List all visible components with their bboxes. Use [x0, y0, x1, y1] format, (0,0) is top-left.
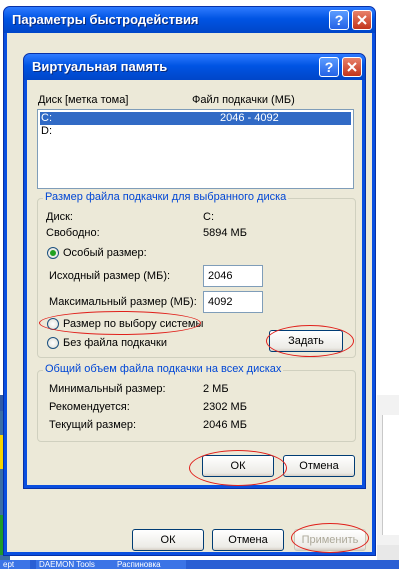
taskbar-item-0[interactable]: ept — [0, 560, 30, 569]
recommended-label: Рекомендуется: — [49, 401, 130, 413]
taskbar-item-pinout[interactable]: Распиновка — [114, 560, 186, 569]
no-paging-file-label[interactable]: Без файла подкачки — [63, 337, 167, 349]
free-value: 5894 МБ — [203, 227, 247, 239]
dialog-title: Виртуальная память — [32, 59, 168, 74]
outer-titlebar[interactable]: Параметры быстродействия ? — [4, 7, 375, 33]
min-size-value: 2 МБ — [203, 383, 229, 395]
background-window-fragment — [382, 415, 399, 535]
desktop-right-edge — [377, 395, 399, 569]
outer-help-button[interactable]: ? — [329, 10, 349, 30]
outer-apply-button[interactable]: Применить — [294, 529, 366, 551]
dialog-client-area: Диск [метка тома] Файл подкачки (МБ) C: … — [27, 80, 362, 485]
dialog-ok-button[interactable]: ОК — [202, 455, 274, 477]
custom-size-radio[interactable] — [47, 247, 59, 259]
system-managed-label[interactable]: Размер по выбору системы — [63, 318, 203, 330]
recommended-value: 2302 МБ — [203, 401, 247, 413]
dialog-help-button[interactable]: ? — [319, 57, 339, 77]
current-size-value: 2046 МБ — [203, 419, 247, 431]
set-button[interactable]: Задать — [269, 330, 343, 352]
dialog-close-button[interactable] — [342, 57, 362, 77]
outer-window-title: Параметры быстродействия — [12, 12, 199, 27]
dialog-cancel-button[interactable]: Отмена — [283, 455, 355, 477]
current-size-label: Текущий размер: — [49, 419, 137, 431]
disk-label: Диск: — [46, 211, 73, 223]
selected-drive-group: Размер файла подкачки для выбранного дис… — [37, 191, 356, 358]
taskbar-item-daemon-tools[interactable]: DAEMON Tools — [36, 560, 114, 569]
drive-row-c[interactable]: C: 2046 - 4092 — [40, 112, 351, 125]
outer-cancel-button[interactable]: Отмена — [212, 529, 284, 551]
total-paging-group-title: Общий объем файла подкачки на всех диска… — [43, 363, 284, 375]
list-header-drive: Диск [метка тома] — [38, 94, 129, 106]
min-size-label: Минимальный размер: — [49, 383, 166, 395]
max-size-label: Максимальный размер (МБ): — [49, 296, 197, 308]
total-paging-group: Общий объем файла подкачки на всех диска… — [37, 363, 356, 442]
list-header-paging-file: Файл подкачки (МБ) — [192, 94, 295, 106]
custom-size-label[interactable]: Особый размер: — [63, 247, 147, 259]
outer-ok-button[interactable]: ОК — [132, 529, 204, 551]
drive-list[interactable]: C: 2046 - 4092 D: — [37, 109, 354, 189]
outer-close-button[interactable] — [352, 10, 372, 30]
no-paging-file-radio[interactable] — [47, 337, 59, 349]
initial-size-input[interactable]: 2046 — [203, 265, 263, 287]
initial-size-label: Исходный размер (МБ): — [49, 270, 171, 282]
disk-value: C: — [203, 211, 214, 223]
dialog-titlebar[interactable]: Виртуальная память ? — [24, 54, 365, 80]
free-label: Свободно: — [46, 227, 100, 239]
close-icon — [347, 62, 357, 72]
selected-drive-group-title: Размер файла подкачки для выбранного дис… — [43, 191, 289, 203]
close-icon — [357, 15, 367, 25]
system-managed-radio[interactable] — [47, 318, 59, 330]
drive-row-d[interactable]: D: — [40, 125, 351, 138]
virtual-memory-dialog: Виртуальная память ? Диск [метка тома] Ф… — [23, 53, 366, 489]
max-size-input[interactable]: 4092 — [203, 291, 263, 313]
